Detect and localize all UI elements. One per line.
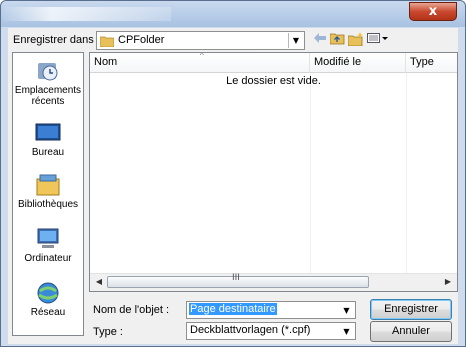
- place-libraries[interactable]: Bibliothèques: [13, 173, 83, 210]
- place-computer[interactable]: Ordinateur: [13, 227, 83, 264]
- column-divider: [406, 73, 407, 273]
- filename-combo[interactable]: Page destinataire ▼: [186, 301, 356, 319]
- place-network[interactable]: Réseau: [13, 281, 83, 318]
- scroll-right-icon[interactable]: ▶: [441, 276, 455, 288]
- place-label: Bibliothèques: [17, 199, 79, 210]
- chevron-down-icon[interactable]: ▼: [339, 324, 354, 338]
- place-label: Réseau: [30, 307, 66, 318]
- save-in-value: CPFolder: [118, 34, 165, 46]
- scroll-thumb[interactable]: III: [107, 273, 369, 288]
- computer-icon: [34, 227, 62, 251]
- filename-input[interactable]: Page destinataire: [189, 303, 277, 315]
- place-recent[interactable]: Emplacements récents: [13, 59, 83, 107]
- scroll-grip: III: [232, 273, 240, 283]
- type-label: Type :: [93, 326, 123, 338]
- empty-folder-message: Le dossier est vide.: [226, 75, 321, 87]
- column-header-type[interactable]: Type: [406, 53, 457, 73]
- horizontal-scrollbar[interactable]: ◀ III ▶: [90, 273, 457, 291]
- recent-places-icon: [34, 59, 62, 83]
- chevron-down-icon[interactable]: ▼: [339, 303, 354, 317]
- save-dialog: x Enregistrer dans : CPFolder ▼ Emplacem…: [0, 0, 466, 347]
- column-divider: [310, 73, 311, 273]
- chevron-down-icon[interactable]: ▼: [288, 33, 303, 48]
- dialog-body: Enregistrer dans : CPFolder ▼ Emplacemen…: [8, 28, 458, 344]
- scroll-left-icon[interactable]: ◀: [92, 276, 106, 288]
- new-folder-icon[interactable]: [347, 32, 364, 48]
- libraries-icon: [34, 173, 62, 197]
- view-menu-icon[interactable]: [367, 32, 389, 48]
- desktop-icon: [34, 121, 62, 145]
- column-header-modified[interactable]: Modifié le: [310, 53, 406, 73]
- close-button[interactable]: x: [409, 2, 457, 21]
- column-header-name[interactable]: Nom ^: [90, 53, 310, 73]
- title-bar[interactable]: x: [1, 1, 465, 27]
- place-desktop[interactable]: Bureau: [13, 121, 83, 158]
- sort-arrow-icon: ^: [200, 52, 204, 60]
- type-combo[interactable]: Deckblattvorlagen (*.cpf) ▼: [186, 322, 356, 340]
- back-arrow-icon[interactable]: [312, 32, 328, 48]
- folder-icon: [99, 35, 115, 50]
- filename-label: Nom de l'objet :: [93, 304, 170, 316]
- save-button[interactable]: Enregistrer: [370, 299, 452, 320]
- places-bar: Emplacements récents Bureau Bibliothèque…: [12, 52, 84, 336]
- place-label: Bureau: [31, 147, 65, 158]
- type-value: Deckblattvorlagen (*.cpf): [190, 324, 311, 336]
- save-in-combo[interactable]: CPFolder ▼: [96, 31, 305, 50]
- network-icon: [34, 281, 62, 305]
- place-label: Ordinateur: [24, 253, 72, 264]
- up-folder-icon[interactable]: [329, 32, 345, 48]
- file-list[interactable]: Nom ^ Modifié le Type Le dossier est vid…: [89, 52, 458, 292]
- place-label: Emplacements récents: [14, 85, 82, 107]
- title-glow: [1, 7, 171, 21]
- save-in-label: Enregistrer dans :: [13, 34, 100, 46]
- cancel-button[interactable]: Annuler: [370, 321, 452, 342]
